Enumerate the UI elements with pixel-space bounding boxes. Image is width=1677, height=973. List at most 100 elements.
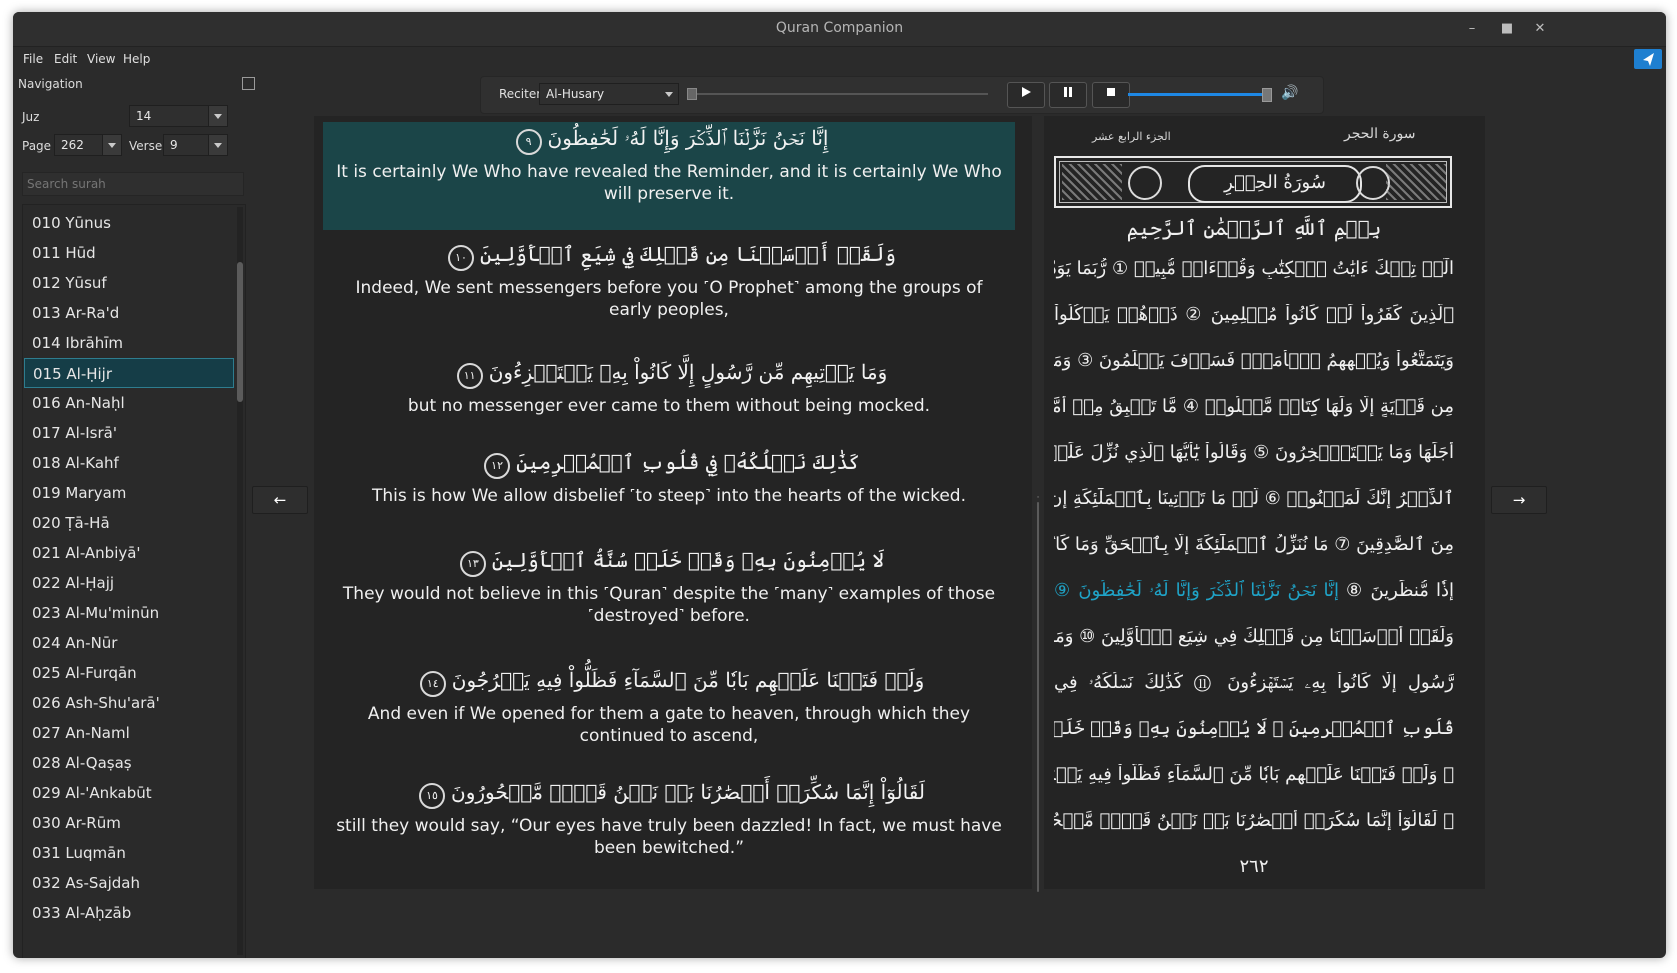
surah-list-item[interactable]: 017 Al-Isrā' (24, 418, 234, 448)
send-button[interactable] (1634, 49, 1662, 69)
surah-list[interactable]: 010 Yūnus 011 Hūd 012 Yūsuf 013 Ar-Ra'd 014 … (22, 204, 246, 958)
surah-list-item[interactable]: 033 Al-Aḥzāb (24, 898, 234, 928)
menu-edit[interactable]: Edit (54, 52, 77, 66)
volume-handle[interactable] (1262, 88, 1272, 102)
surah-list-item[interactable]: 012 Yūsuf (24, 268, 234, 298)
chevron-down-icon[interactable] (208, 106, 227, 126)
verse-label: Verse (129, 139, 163, 153)
next-page-button[interactable]: → (1491, 486, 1547, 514)
surah-list-item[interactable]: 021 Al-Anbiyā' (24, 538, 234, 568)
page-spinbox[interactable]: 262 (54, 134, 122, 156)
pause-button[interactable] (1049, 82, 1087, 108)
surah-list-item[interactable]: 015 Al-Ḥijr (24, 358, 234, 388)
verse-translation-pane[interactable]: إِنَّا نَحۡنُ نَزَّلۡنَا ٱلذِّكۡرَ وَإِن… (314, 116, 1032, 889)
scrollbar-thumb[interactable] (237, 262, 243, 402)
surah-search-input[interactable] (22, 172, 244, 196)
verse-block[interactable]: وَلَوۡ فَتَحۡنَا عَلَيۡهِم بَابٗا مِّنَ … (323, 664, 1015, 768)
surah-list-item[interactable]: 025 Al-Furqān (24, 658, 234, 688)
verse-number-marker: ١١ (456, 363, 483, 389)
mushaf-line[interactable]: قُلُوبِ ٱلۡمُجۡرِمِينَ ⑫ لَا يُؤۡمِنُونَ… (1054, 718, 1454, 739)
pane-scrollbar[interactable] (1037, 502, 1039, 892)
verse-block[interactable]: وَمَا يَأۡتِيهِم مِّن رَّسُولٍ إِلَّا كَ… (323, 356, 1015, 438)
speaker-icon[interactable]: 🔊 (1281, 85, 1298, 101)
volume-slider[interactable] (1128, 88, 1272, 102)
chevron-down-icon[interactable] (660, 84, 678, 104)
stop-button[interactable] (1092, 82, 1130, 108)
mushaf-line[interactable]: وَلَقَدۡ أَرۡسَلۡنَا مِن قَبۡلِكَ فِي شِ… (1054, 626, 1454, 647)
verse-translation: still they would say, “Our eyes have tru… (336, 816, 1002, 858)
reciter-select[interactable]: Al-Husary (539, 83, 679, 105)
playback-progress-slider[interactable] (687, 88, 988, 100)
verse-arabic: وَلَقَدۡ أَرۡسَلۡنَا مِن قَبۡلِكَ فِي شِ… (323, 238, 1015, 271)
mushaf-line[interactable]: ⑭ لَقَالُوٓاْ إِنَّمَا سُكِّرَتۡ أَبۡصَٰ… (1054, 810, 1454, 831)
chevron-down-icon[interactable] (208, 135, 227, 155)
surah-list-item[interactable]: 014 Ibrāhīm (24, 328, 234, 358)
progress-handle[interactable] (687, 88, 697, 100)
navigation-title: Navigation (18, 77, 83, 91)
highlighted-verse[interactable]: إِنَّا نَحۡنُ نَزَّلۡنَا ٱلذِّكۡرَ وَإِن… (1054, 580, 1339, 601)
surah-list-item[interactable]: 016 An-Naḥl (24, 388, 234, 418)
surah-list-item[interactable]: 026 Ash-Shu'arā' (24, 688, 234, 718)
mushaf-line[interactable]: ٱلَّذِينَ كَفَرُواْ لَوۡ كَانُواْ مُسۡلِ… (1054, 304, 1454, 325)
pause-icon (1064, 87, 1072, 97)
mushaf-line[interactable]: أَجَلَهَا وَمَا يَسۡتَـٔۡخِرُونَ ⑤ وَقَا… (1054, 442, 1454, 463)
verse-block[interactable]: وَلَقَدۡ أَرۡسَلۡنَا مِن قَبۡلِكَ فِي شِ… (323, 238, 1015, 348)
surah-list-item[interactable]: 023 Al-Mu'minūn (24, 598, 234, 628)
verse-translation: Indeed, We sent messengers before you ˹O… (355, 278, 983, 320)
surah-list-item[interactable]: 029 Al-'Ankabūt (24, 778, 234, 808)
verse-number-marker: ١٢ (484, 453, 511, 479)
mushaf-line[interactable]: مِنَ ٱلصَّٰدِقِينَ ⑦ مَا نُنَزِّلُ ٱلۡمَ… (1054, 534, 1454, 555)
surah-list-item[interactable]: 013 Ar-Ra'd (24, 298, 234, 328)
minimize-icon[interactable]: – (1463, 20, 1481, 38)
menu-help[interactable]: Help (123, 52, 150, 66)
play-button[interactable] (1007, 82, 1045, 108)
surah-list-item[interactable]: 011 Hūd (24, 238, 234, 268)
surah-list-item[interactable]: 031 Luqmān (24, 838, 234, 868)
surah-list-item[interactable]: 022 Al-Ḥajj (24, 568, 234, 598)
close-icon[interactable]: ✕ (1531, 20, 1549, 38)
verse-spinbox[interactable]: 9 (163, 134, 228, 156)
page-label: Page (22, 139, 52, 153)
mushaf-line[interactable]: ⑬ وَلَوۡ فَتَحۡنَا عَلَيۡهِم بَابٗا مِّن… (1054, 764, 1454, 785)
surah-list-item[interactable]: 030 Ar-Rūm (24, 808, 234, 838)
verse-block[interactable]: لَا يُؤۡمِنُونَ بِهِۦ وَقَدۡ خَلَتۡ سُنَ… (323, 544, 1015, 654)
verse-arabic-text: لَا يُؤۡمِنُونَ بِهِۦ وَقَدۡ خَلَتۡ سُنَ… (491, 548, 885, 572)
verse-number-marker: ١٥ (419, 783, 446, 809)
verse-number-marker: ١٣ (459, 551, 486, 577)
surah-list-item[interactable]: 024 An-Nūr (24, 628, 234, 658)
mushaf-line[interactable]: مِن قَرۡيَةٍ إِلَّا وَلَهَا كِتَابٞ مَّع… (1054, 396, 1454, 417)
dock-close-icon[interactable] (242, 77, 255, 90)
verse-arabic-text: إِنَّا نَحۡنُ نَزَّلۡنَا ٱلذِّكۡرَ وَإِن… (547, 126, 829, 150)
surah-list-item[interactable]: 019 Maryam (24, 478, 234, 508)
mushaf-line[interactable]: وَيَتَمَتَّعُواْ وَيُلۡهِهِمُ ٱلۡأَمَلُۖ… (1054, 350, 1454, 371)
maximize-icon[interactable]: ■ (1498, 20, 1516, 38)
surah-list-item[interactable]: 027 An-Naml (24, 718, 234, 748)
menu-view[interactable]: View (87, 52, 115, 66)
mushaf-line[interactable]: إِذٗا مُّنظَرِينَ ⑧ إِنَّا نَحۡنُ نَزَّل… (1054, 580, 1454, 601)
chevron-down-icon[interactable] (102, 135, 121, 155)
verse-arabic-text: وَلَقَدۡ أَرۡسَلۡنَا مِن قَبۡلِكَ فِي شِ… (480, 242, 896, 266)
surah-list-item[interactable]: 010 Yūnus (24, 208, 234, 238)
verse-block[interactable]: لَقَالُوٓاْ إِنَّمَا سُكِّرَتۡ أَبۡصَٰرُ… (323, 776, 1015, 886)
verse-arabic: إِنَّا نَحۡنُ نَزَّلۡنَا ٱلذِّكۡرَ وَإِن… (323, 122, 1015, 155)
verse-value: 9 (170, 138, 178, 152)
mushaf-line[interactable]: ٱلذِّكۡرُ إِنَّكَ لَمَجۡنُونٞ ⑥ لَّوۡ مَ… (1054, 488, 1454, 509)
verse-block[interactable]: إِنَّا نَحۡنُ نَزَّلۡنَا ٱلذِّكۡرَ وَإِن… (323, 122, 1015, 230)
verse-arabic-text: وَلَوۡ فَتَحۡنَا عَلَيۡهِم بَابٗا مِّنَ … (451, 668, 925, 692)
menu-file[interactable]: File (23, 52, 43, 66)
surah-list-item[interactable]: 028 Al-Qaṣaṣ (24, 748, 234, 778)
surah-list-item[interactable]: 020 Ṭā-Hā (24, 508, 234, 538)
verse-block[interactable]: كَذَٰلِكَ نَسۡلُكُهُۥ فِي قُلُوبِ ٱلۡمُج… (323, 446, 1015, 532)
surah-list-item[interactable]: 032 As-Sajdah (24, 868, 234, 898)
mushaf-line-text: إِذٗا مُّنظَرِينَ ⑧ (1346, 580, 1454, 601)
juz-spinbox[interactable]: 14 (129, 105, 228, 127)
verse-arabic: كَذَٰلِكَ نَسۡلُكُهُۥ فِي قُلُوبِ ٱلۡمُج… (323, 446, 1015, 479)
surah-cartouche: سُورَةُ الحِجۡرِ (1188, 165, 1362, 203)
verse-number-marker: ٩ (515, 129, 542, 155)
list-scrollbar[interactable] (237, 207, 243, 955)
mushaf-line[interactable]: الٓرۚ تِلۡكَ ءَايَٰتُ ٱلۡكِتَٰبِ وَقُرۡء… (1054, 258, 1454, 279)
surah-list-item[interactable]: 018 Al-Kahf (24, 448, 234, 478)
page-number: ٢٦٢ (1239, 856, 1269, 877)
mushaf-line[interactable]: رَّسُولٍ إِلَّا كَانُواْ بِهِۦ يَسۡتَهۡز… (1054, 672, 1454, 693)
previous-page-button[interactable]: ← (252, 486, 308, 514)
